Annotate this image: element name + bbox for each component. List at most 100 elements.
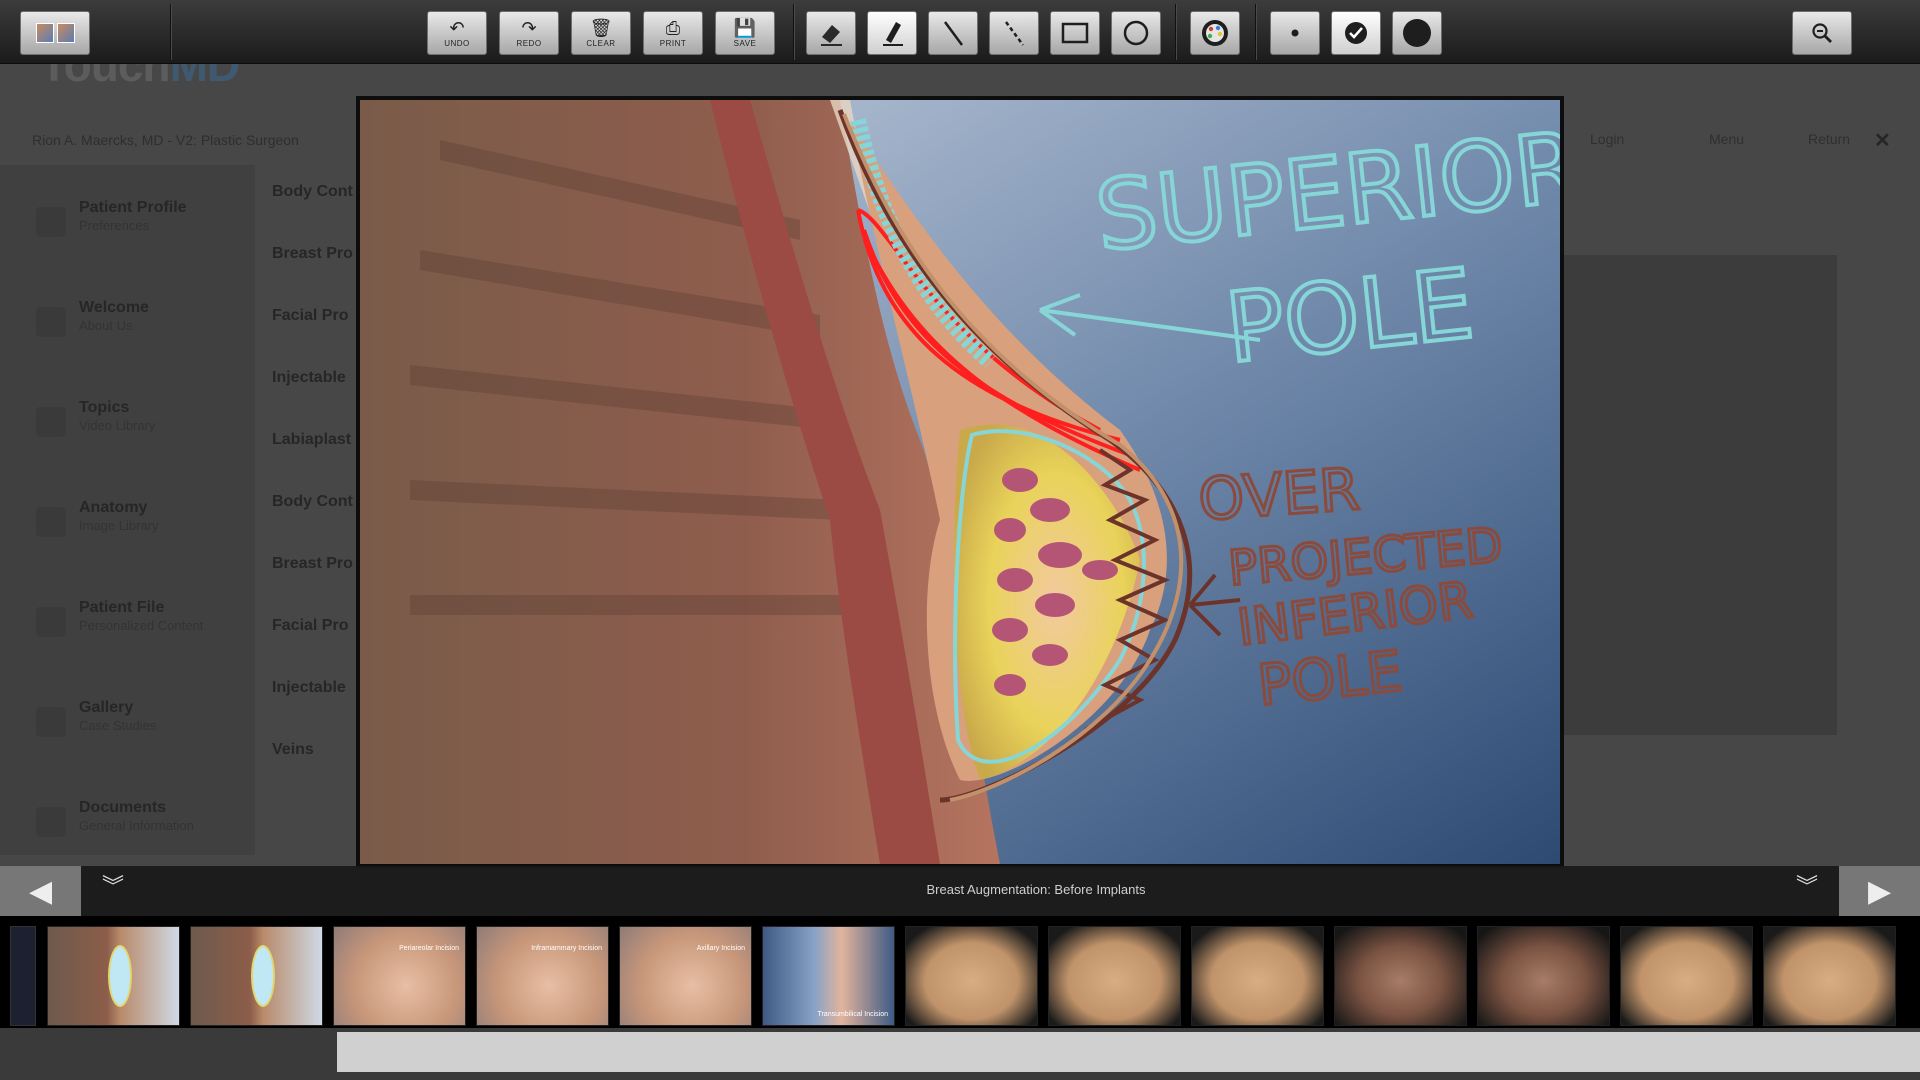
brush-size-small-button[interactable] bbox=[1270, 11, 1320, 55]
category-item[interactable]: Breast Pro bbox=[272, 555, 353, 573]
eraser-tool-button[interactable] bbox=[806, 11, 856, 55]
save-button[interactable]: 💾 SAVE bbox=[715, 11, 775, 55]
category-item[interactable]: Body Cont bbox=[272, 493, 353, 511]
sidebar-item-subtitle: Personalized Content bbox=[79, 618, 204, 633]
toolbar-divider bbox=[1255, 4, 1257, 60]
login-link[interactable]: Login bbox=[1590, 131, 1624, 147]
profile-icon bbox=[36, 207, 66, 237]
brush-size-medium-button[interactable] bbox=[1331, 11, 1381, 55]
category-item[interactable]: Injectable bbox=[272, 679, 346, 697]
category-item[interactable]: Body Cont bbox=[272, 183, 353, 201]
sidebar-item-title: Welcome bbox=[79, 299, 149, 316]
sidebar-item-subtitle: Case Studies bbox=[79, 718, 157, 733]
dashed-line-tool-button[interactable] bbox=[989, 11, 1039, 55]
sidebar-item-title: Patient Profile bbox=[79, 199, 187, 216]
sidebar-item-subtitle: About Us bbox=[79, 318, 133, 333]
dashed-line-icon bbox=[1004, 21, 1025, 46]
floppy-icon: 💾 bbox=[733, 17, 757, 38]
collapse-right-icon[interactable]: ︾ bbox=[1796, 876, 1818, 898]
gallery-toggle-button[interactable] bbox=[20, 11, 90, 55]
category-item[interactable]: Injectable bbox=[272, 369, 346, 387]
next-image-button[interactable]: ▶ bbox=[1839, 866, 1920, 916]
print-button[interactable]: ⎙ PRINT bbox=[643, 11, 703, 55]
thumbnail[interactable]: Transumbilical Incision bbox=[762, 926, 895, 1026]
thumbnail[interactable] bbox=[190, 926, 323, 1026]
category-item[interactable]: Veins bbox=[272, 741, 314, 759]
zoom-out-icon bbox=[1812, 23, 1832, 43]
sidebar-item-subtitle: Preferences bbox=[79, 218, 150, 233]
sidebar-item-patient-file[interactable]: Patient File Personalized Content bbox=[14, 593, 254, 673]
category-item[interactable]: Breast Pro bbox=[272, 245, 353, 263]
thumbnail[interactable] bbox=[1763, 926, 1896, 1026]
toolbar-divider bbox=[793, 4, 795, 60]
category-item[interactable]: Facial Pro bbox=[272, 617, 348, 635]
rectangle-icon bbox=[1061, 22, 1089, 44]
marker-icon bbox=[883, 22, 903, 46]
circle-tool-button[interactable] bbox=[1111, 11, 1161, 55]
sidebar-item-anatomy[interactable]: Anatomy Image Library bbox=[14, 493, 254, 573]
thumbnail[interactable] bbox=[1620, 926, 1753, 1026]
undo-button[interactable]: ↶ UNDO bbox=[427, 11, 487, 55]
sidebar-item-welcome[interactable]: Welcome About Us bbox=[14, 293, 254, 373]
app-root: TouchMD Rion A. Maercks, MD - V2: Plasti… bbox=[0, 0, 1920, 1080]
image-nav-bar: ◀ ︾ Breast Augmentation: Before Implants… bbox=[0, 866, 1920, 916]
thumbnail[interactable] bbox=[1477, 926, 1610, 1026]
category-item[interactable]: Facial Pro bbox=[272, 307, 348, 325]
eraser-icon bbox=[821, 25, 842, 46]
thumbnail-scrollbar[interactable] bbox=[337, 1032, 1920, 1072]
close-icon[interactable]: ✕ bbox=[1874, 128, 1891, 153]
sidebar-item-topics[interactable]: Topics Video Library bbox=[14, 393, 254, 473]
thumbnail-strip: Periareolar Incision Inframammary Incisi… bbox=[0, 916, 1920, 1028]
category-item[interactable]: Labiaplast bbox=[272, 431, 351, 449]
line-tool-button[interactable] bbox=[928, 11, 978, 55]
menu-link[interactable]: Menu bbox=[1709, 131, 1744, 147]
anatomy-icon bbox=[36, 507, 66, 537]
thumbnail[interactable] bbox=[1191, 926, 1324, 1026]
redo-icon: ↷ bbox=[521, 17, 537, 38]
thumbnail[interactable] bbox=[1048, 926, 1181, 1026]
sidebar-item-title: Patient File bbox=[79, 599, 165, 616]
sidebar-item-patient-profile[interactable]: Patient Profile Preferences bbox=[14, 193, 254, 273]
undo-label: UNDO bbox=[444, 38, 470, 48]
redo-label: REDO bbox=[516, 38, 542, 48]
sidebar-item-subtitle: Image Library bbox=[79, 518, 159, 533]
thumbnail[interactable] bbox=[1334, 926, 1467, 1026]
rectangle-tool-button[interactable] bbox=[1050, 11, 1100, 55]
sidebar-item-subtitle: Video Library bbox=[79, 418, 156, 433]
thumbnail[interactable] bbox=[47, 926, 180, 1026]
thumbnail-label: Periareolar Incision bbox=[399, 945, 459, 952]
sidebar-item-gallery[interactable]: Gallery Case Studies bbox=[14, 693, 254, 773]
undo-icon: ↶ bbox=[449, 17, 465, 38]
return-link[interactable]: Return bbox=[1808, 131, 1850, 147]
line-icon bbox=[943, 21, 964, 46]
clear-button[interactable]: 🗑 CLEAR bbox=[571, 11, 631, 55]
thumbnail[interactable] bbox=[905, 926, 1038, 1026]
thumbnail[interactable]: Axillary Incision bbox=[619, 926, 752, 1026]
trash-icon: 🗑 bbox=[589, 17, 613, 38]
thumbnail[interactable]: Inframammary Incision bbox=[476, 926, 609, 1026]
palette-icon bbox=[1202, 20, 1228, 46]
brush-size-large-button[interactable] bbox=[1392, 11, 1442, 55]
gallery-icon bbox=[35, 23, 75, 43]
thumbnail[interactable]: Periareolar Incision bbox=[333, 926, 466, 1026]
annotated-anatomy-image[interactable]: SUPERIOR POLE OVER PROJECTED INFERIOR PO… bbox=[360, 100, 1560, 864]
annotation-inferior-line1: OVER bbox=[1196, 455, 1362, 534]
gallery-icon bbox=[36, 707, 66, 737]
clear-label: CLEAR bbox=[586, 38, 616, 48]
thumbnail-label: Axillary Incision bbox=[696, 945, 745, 952]
zoom-out-button[interactable] bbox=[1792, 11, 1852, 55]
printer-icon: ⎙ bbox=[665, 17, 681, 38]
marker-tool-button[interactable] bbox=[867, 11, 917, 55]
sidebar: Patient Profile Preferences Welcome About … bbox=[0, 165, 255, 855]
sidebar-item-documents[interactable]: Documents General Information bbox=[14, 793, 254, 873]
image-viewer[interactable]: SUPERIOR POLE OVER PROJECTED INFERIOR PO… bbox=[356, 96, 1564, 868]
redo-button[interactable]: ↷ REDO bbox=[499, 11, 559, 55]
circle-icon bbox=[1123, 20, 1149, 46]
patient-file-icon bbox=[36, 607, 66, 637]
sidebar-item-subtitle: General Information bbox=[79, 818, 194, 833]
doctor-name: Rion A. Maercks, MD - V2: Plastic Surgeo… bbox=[32, 132, 299, 148]
thumbnail-partial[interactable] bbox=[10, 926, 36, 1026]
color-palette-button[interactable] bbox=[1190, 11, 1240, 55]
drawing-toolbar: ↶ UNDO ↷ REDO 🗑 CLEAR ⎙ PRINT 💾 SAVE bbox=[0, 0, 1920, 64]
documents-icon bbox=[36, 807, 66, 837]
